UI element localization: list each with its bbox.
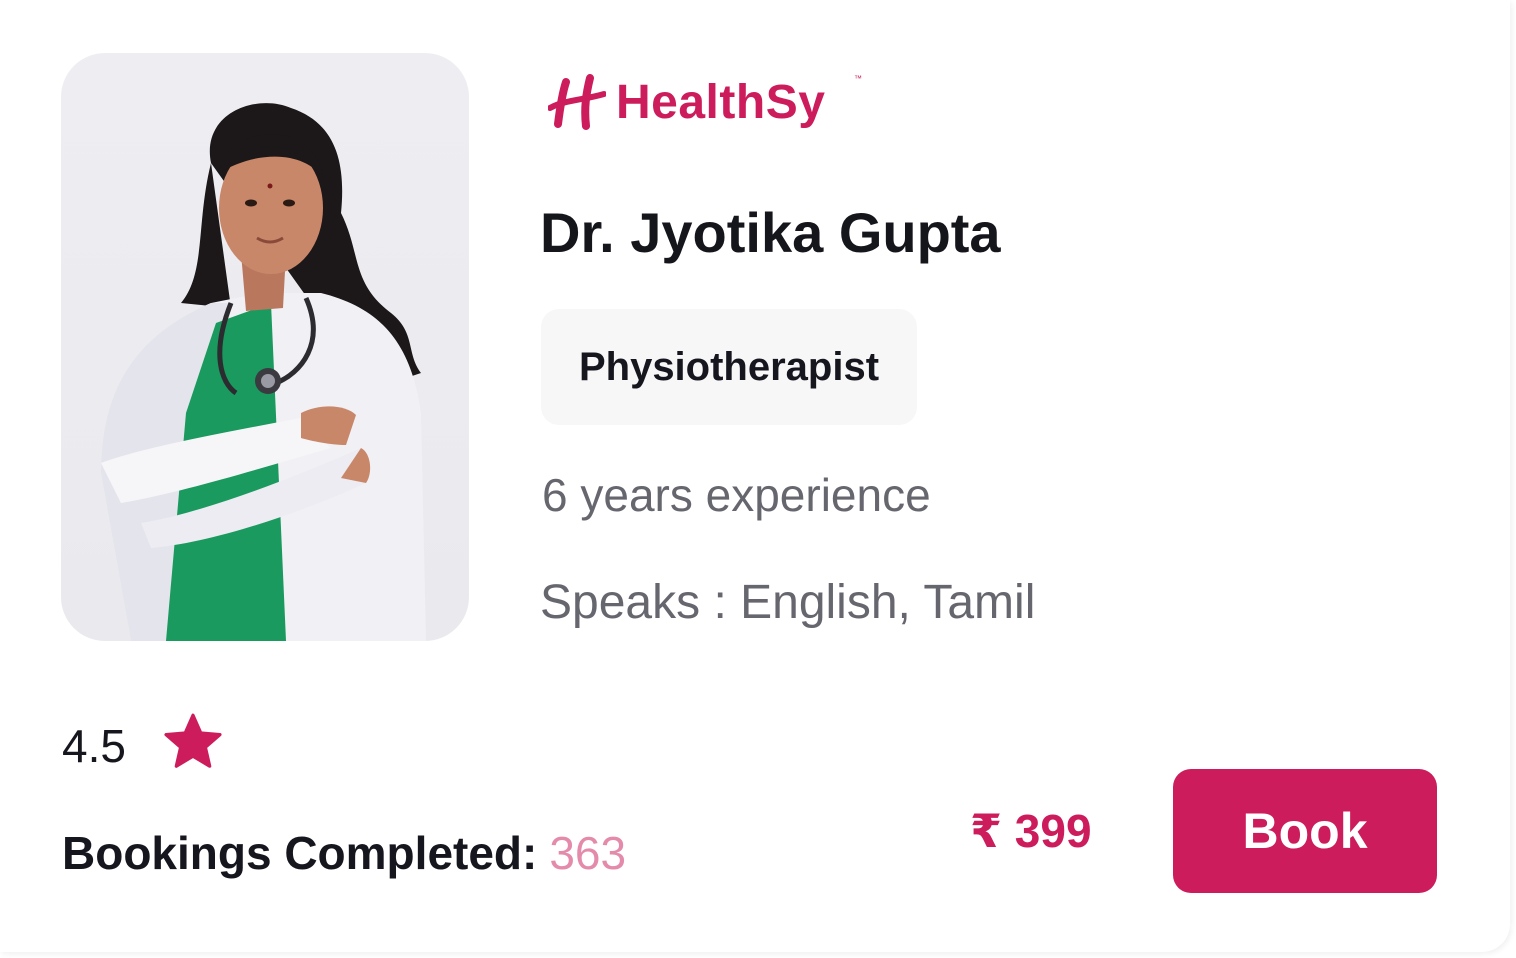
bookings-count: 363 [549,827,627,879]
experience-text: 6 years experience [542,469,931,521]
healthsy-logo: HealthSy ™ [548,72,862,134]
doctor-name: Dr. Jyotika Gupta [540,201,1001,264]
healthsy-logo-icon [548,74,606,130]
doctor-photo-illustration [101,103,426,641]
brand-trademark: ™ [854,74,862,83]
rating-value: 4.5 [62,719,126,772]
doctor-photo [61,53,469,641]
bookings-completed: Bookings Completed: 363 [62,826,626,880]
consultation-price: ₹ 399 [970,805,1092,857]
brand-name: HealthSy [616,76,826,129]
star-icon [160,712,226,779]
specialty-label: Physiotherapist [578,344,880,389]
languages-text: Speaks : English, Tamil [540,576,1036,629]
rating: 4.5 [62,712,226,779]
doctor-card[interactable]: HealthSy ™ Dr. Jyotika Gupta Physiothera… [0,0,1510,952]
book-button[interactable]: Book [1173,769,1437,893]
specialty-chip: Physiotherapist [541,309,917,425]
bookings-label: Bookings Completed: [62,827,538,879]
